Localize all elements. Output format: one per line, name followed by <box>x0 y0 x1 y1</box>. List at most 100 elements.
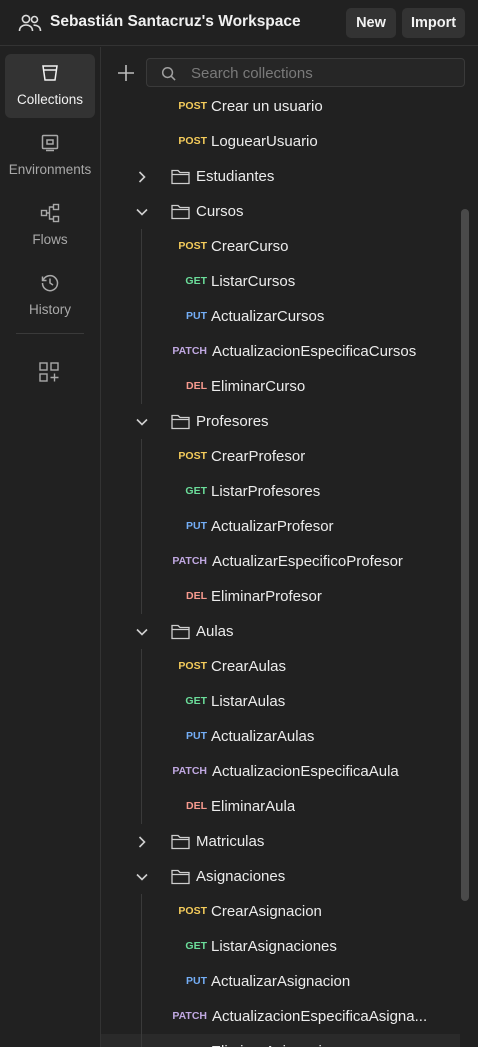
request-name: ListarProfesores <box>211 483 321 500</box>
sidebar-item-label: Collections <box>16 92 84 107</box>
request-name: CrearAsignacion <box>211 903 322 920</box>
request-row[interactable]: GET ListarAulas <box>101 684 460 719</box>
request-row[interactable]: POST LoguearUsuario <box>101 124 460 159</box>
folder-row[interactable]: Estudiantes <box>101 159 460 194</box>
request-row[interactable]: DEL EliminarProfesor <box>101 579 460 614</box>
request-row[interactable]: POST CrearProfesor <box>101 439 460 474</box>
sidebar-item-environments[interactable]: Environments <box>5 124 95 188</box>
method-badge: PUT <box>186 520 207 532</box>
sidebar-divider <box>16 333 84 334</box>
folder-icon <box>171 624 190 640</box>
method-badge: GET <box>185 940 207 952</box>
folder-name: Cursos <box>196 203 244 220</box>
request-name: EliminarProfesor <box>211 588 322 605</box>
method-badge: GET <box>185 695 207 707</box>
request-name: ListarAulas <box>211 693 286 710</box>
request-row[interactable]: PATCH ActualizacionEspecificaCursos <box>101 334 460 369</box>
indent-guide <box>141 649 142 824</box>
request-name: ActualizacionEspecificaAula <box>212 763 399 780</box>
workspace-title[interactable]: Sebastián Santacruz's Workspace <box>50 13 301 31</box>
folder-name: Aulas <box>196 623 234 640</box>
request-name: EliminarAsignacion <box>211 1034 339 1047</box>
folder-row[interactable]: Matriculas <box>101 824 460 859</box>
indent-guide <box>141 894 142 1047</box>
workspace-header: Sebastián Santacruz's Workspace New Impo… <box>0 0 478 46</box>
request-row[interactable]: PATCH ActualizacionEspecificaAula <box>101 754 460 789</box>
request-row[interactable]: POST CrearAsignacion <box>101 894 460 929</box>
method-badge: PUT <box>186 310 207 322</box>
search-icon <box>161 66 176 81</box>
chevron-right-icon[interactable] <box>135 170 149 184</box>
method-badge: POST <box>178 660 207 672</box>
chevron-down-icon[interactable] <box>135 415 149 429</box>
method-badge: DEL <box>186 590 207 602</box>
method-badge: PUT <box>186 975 207 987</box>
request-row[interactable]: PUT ActualizarProfesor <box>101 509 460 544</box>
request-name: CrearProfesor <box>211 448 306 465</box>
add-collection-icon[interactable] <box>116 63 136 83</box>
request-row[interactable]: PATCH ActualizarEspecificoProfesor <box>101 544 460 579</box>
method-badge: DEL <box>186 1034 207 1047</box>
chevron-right-icon[interactable] <box>135 835 149 849</box>
request-row[interactable]: PUT ActualizarCursos <box>101 299 460 334</box>
request-row[interactable]: PATCH ActualizacionEspecificaAsigna... <box>101 999 460 1034</box>
folder-icon <box>171 169 190 185</box>
folder-row[interactable]: Asignaciones <box>101 859 460 894</box>
request-row[interactable]: PUT ActualizarAulas <box>101 719 460 754</box>
request-row[interactable]: GET ListarAsignaciones <box>101 929 460 964</box>
request-name: ActualizarProfesor <box>211 518 334 535</box>
chevron-down-icon[interactable] <box>135 625 149 639</box>
method-badge: POST <box>178 450 207 462</box>
request-row[interactable]: DEL EliminarCurso <box>101 369 460 404</box>
request-row[interactable]: GET ListarCursos <box>101 264 460 299</box>
indent-guide <box>141 439 142 614</box>
request-name: ActualizarAulas <box>211 728 315 745</box>
folder-row[interactable]: Profesores <box>101 404 460 439</box>
sidebar-item-collections[interactable]: Collections <box>5 54 95 118</box>
method-badge: GET <box>185 485 207 497</box>
scrollbar-thumb[interactable] <box>461 209 469 901</box>
folder-name: Profesores <box>196 413 269 430</box>
folder-icon <box>171 414 190 430</box>
chevron-down-icon[interactable] <box>135 870 149 884</box>
flows-icon <box>40 203 60 223</box>
folder-icon <box>171 834 190 850</box>
request-name: EliminarCurso <box>211 378 306 395</box>
import-button[interactable]: Import <box>402 8 465 38</box>
request-name: ListarAsignaciones <box>211 938 337 955</box>
request-name: EliminarAula <box>211 798 296 815</box>
request-name: CrearCurso <box>211 238 289 255</box>
search-collections[interactable] <box>146 58 465 87</box>
method-badge: GET <box>185 275 207 287</box>
sidebar-item-flows[interactable]: Flows <box>5 194 95 258</box>
add-apps-icon[interactable] <box>38 361 60 383</box>
folder-row[interactable]: Aulas <box>101 614 460 649</box>
search-input[interactable] <box>189 62 453 85</box>
method-badge: POST <box>178 905 207 917</box>
request-row[interactable]: GET ListarProfesores <box>101 474 460 509</box>
request-row[interactable]: POST CrearCurso <box>101 229 460 264</box>
indent-guide <box>141 229 142 404</box>
request-row[interactable]: POST CrearAulas <box>101 649 460 684</box>
sidebar-item-history[interactable]: History <box>5 264 95 328</box>
request-name: LoguearUsuario <box>211 133 318 150</box>
environments-icon <box>41 134 59 152</box>
request-row[interactable]: DEL EliminarAula <box>101 789 460 824</box>
chevron-down-icon[interactable] <box>135 205 149 219</box>
request-row[interactable]: POST Crear un usuario <box>101 89 460 124</box>
request-row[interactable]: DEL EliminarAsignacion <box>101 1034 460 1047</box>
folder-name: Asignaciones <box>196 868 286 885</box>
request-row[interactable]: PUT ActualizarAsignacion <box>101 964 460 999</box>
folder-icon <box>171 869 190 885</box>
method-badge: PATCH <box>172 345 207 357</box>
method-badge: POST <box>178 240 207 252</box>
folder-name: Estudiantes <box>196 168 275 185</box>
folder-row[interactable]: Cursos <box>101 194 460 229</box>
method-badge: PUT <box>186 730 207 742</box>
request-name: ActualizarCursos <box>211 308 325 325</box>
team-icon[interactable] <box>18 12 42 34</box>
new-button[interactable]: New <box>346 8 396 38</box>
collections-icon <box>42 65 58 81</box>
method-badge: PATCH <box>172 555 207 567</box>
sidebar-item-label: Flows <box>32 232 68 247</box>
